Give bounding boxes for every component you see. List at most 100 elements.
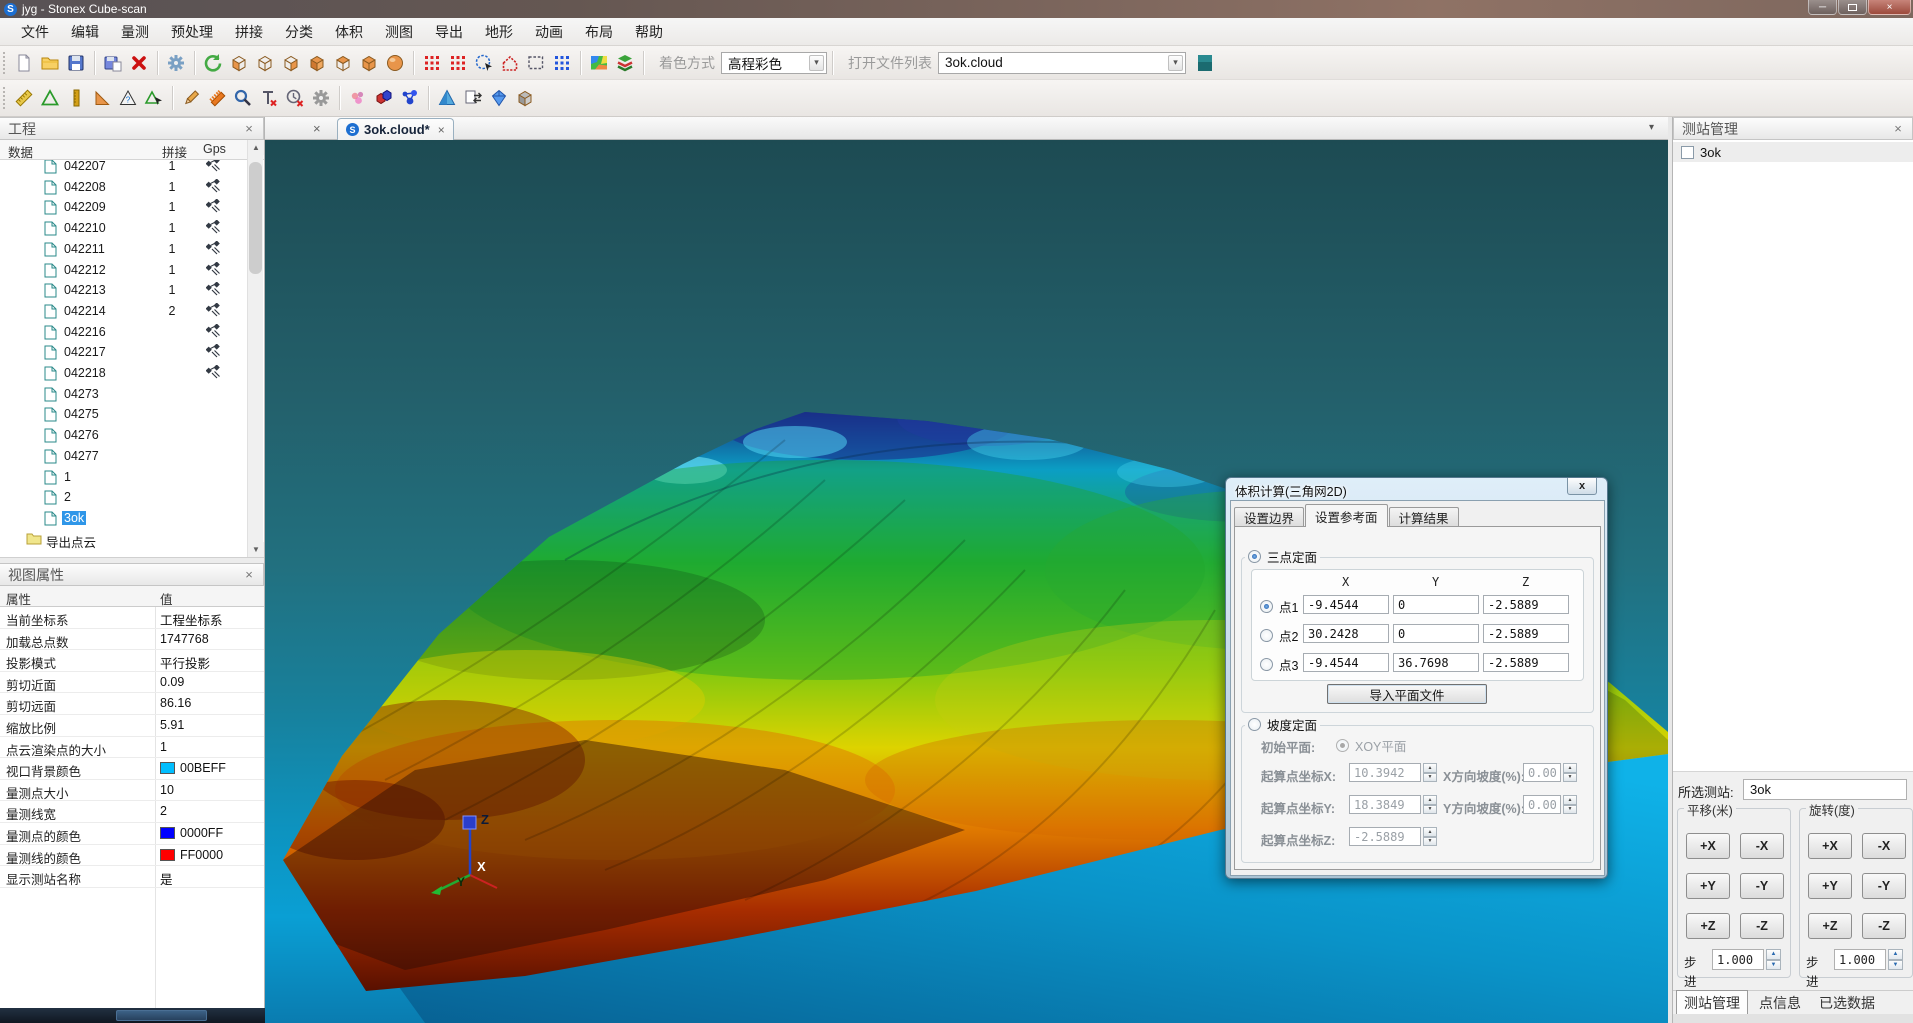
measure-dash-icon[interactable] xyxy=(11,85,37,111)
tab-calc-result[interactable]: 计算结果 xyxy=(1389,507,1459,527)
view-cube-back-icon[interactable] xyxy=(356,50,382,76)
tree-item-042208[interactable]: 0422081 xyxy=(0,178,248,198)
tree-item-04273[interactable]: 04273 xyxy=(0,385,248,405)
view-cube-left-icon[interactable] xyxy=(226,50,252,76)
rotate-step-spinner[interactable]: ▲▼ xyxy=(1888,949,1903,970)
menu-item-5[interactable]: 拼接 xyxy=(224,18,274,46)
slope-value-spinner[interactable]: ▲▼ xyxy=(1423,827,1437,846)
menu-item-11[interactable]: 动画 xyxy=(524,18,574,46)
view-cube-solid-icon[interactable] xyxy=(304,50,330,76)
translate-minusY-button[interactable]: -Y xyxy=(1740,873,1784,899)
prop-row-3[interactable]: 投影模式平行投影 xyxy=(0,650,264,672)
draw-pencil-icon[interactable] xyxy=(178,85,204,111)
rotate-minusX-button[interactable]: -X xyxy=(1862,833,1906,859)
view-sphere-icon[interactable] xyxy=(382,50,408,76)
prop-row-5[interactable]: 剪切远面86.16 xyxy=(0,693,264,715)
home-select-icon[interactable] xyxy=(497,50,523,76)
toolbar-drag-handle[interactable] xyxy=(3,52,8,74)
bottom-tab-1[interactable]: 测站管理 xyxy=(1676,990,1748,1016)
point1-x-input[interactable]: -9.4544 xyxy=(1303,595,1389,614)
prop-row-8[interactable]: 视口背景颜色00BEFF xyxy=(0,758,264,780)
slope-value-input[interactable]: -2.5889 xyxy=(1349,827,1421,846)
measure-angle-icon[interactable] xyxy=(89,85,115,111)
tab-set-reference-plane[interactable]: 设置参考面 xyxy=(1305,504,1388,527)
point2-z-input[interactable]: -2.5889 xyxy=(1483,624,1569,643)
translate-step-spinner[interactable]: ▲▼ xyxy=(1766,949,1781,970)
gps-satellite-icon[interactable] xyxy=(206,282,221,299)
menu-item-9[interactable]: 导出 xyxy=(424,18,474,46)
delete-icon[interactable] xyxy=(126,50,152,76)
slope-radio[interactable]: 坡度定面 xyxy=(1245,715,1320,734)
chevron-down-icon[interactable]: ▾ xyxy=(1168,55,1183,71)
close-icon[interactable]: × xyxy=(313,121,321,136)
tree-scrollbar[interactable]: ▲ ▼ xyxy=(247,140,263,557)
translate-plusZ-button[interactable]: +Z xyxy=(1686,913,1730,939)
bottom-tab-3[interactable]: 已选数据 xyxy=(1812,991,1882,1015)
slope-value-input[interactable]: 10.3942 xyxy=(1349,763,1421,782)
file-list-combobox[interactable]: 3ok.cloud ▾ xyxy=(938,52,1186,74)
bottom-tab-2[interactable]: 点信息 xyxy=(1752,991,1808,1015)
import-plane-file-button[interactable]: 导入平面文件 xyxy=(1327,684,1487,704)
open-project-icon[interactable] xyxy=(37,50,63,76)
point3-x-input[interactable]: -9.4544 xyxy=(1303,653,1389,672)
chevron-down-icon[interactable]: ▾ xyxy=(1649,122,1654,133)
prop-row-6[interactable]: 缩放比例5.91 xyxy=(0,715,264,737)
classify-map-icon[interactable] xyxy=(586,50,612,76)
menu-item-13[interactable]: 帮助 xyxy=(624,18,674,46)
close-button[interactable]: × xyxy=(1868,0,1911,15)
tree-item-3ok[interactable]: 3ok xyxy=(0,509,248,529)
tree-item-042214[interactable]: 0422142 xyxy=(0,302,248,322)
slope-grade-input[interactable]: 0.00 xyxy=(1523,795,1561,814)
rotate-plusX-button[interactable]: +X xyxy=(1808,833,1852,859)
view-cube-top-icon[interactable] xyxy=(330,50,356,76)
menu-item-12[interactable]: 布局 xyxy=(574,18,624,46)
point-grid-red-icon[interactable] xyxy=(419,50,445,76)
point2-radio[interactable]: 点2 xyxy=(1257,626,1301,645)
three-point-radio[interactable]: 三点定面 xyxy=(1245,547,1320,566)
clear-circle-icon[interactable] xyxy=(282,85,308,111)
tree-item-导出点云[interactable]: 导出点云 xyxy=(0,530,248,550)
prop-row-4[interactable]: 剪切近面0.09 xyxy=(0,672,264,694)
menu-item-10[interactable]: 地形 xyxy=(474,18,524,46)
save-icon[interactable] xyxy=(63,50,89,76)
prop-row-1[interactable]: 当前坐标系工程坐标系 xyxy=(0,607,264,629)
delete-measure-icon[interactable] xyxy=(256,85,282,111)
station-checkbox[interactable] xyxy=(1681,146,1694,159)
prop-row-13[interactable]: 显示测站名称是 xyxy=(0,866,264,888)
tree-item-04277[interactable]: 04277 xyxy=(0,447,248,467)
rotate-minusY-button[interactable]: -Y xyxy=(1862,873,1906,899)
toolbar-drag-handle[interactable] xyxy=(3,87,8,109)
slope-value-spinner[interactable]: ▲▼ xyxy=(1423,795,1437,814)
tree-item-042217[interactable]: 042217 xyxy=(0,343,248,363)
scroll-up-icon[interactable]: ▲ xyxy=(248,140,264,155)
tree-item-2[interactable]: 2 xyxy=(0,488,248,508)
import-data-icon[interactable] xyxy=(100,50,126,76)
gps-satellite-icon[interactable] xyxy=(206,324,221,341)
tree-item-042216[interactable]: 042216 xyxy=(0,323,248,343)
translate-minusX-button[interactable]: -X xyxy=(1740,833,1784,859)
tree-item-1[interactable]: 1 xyxy=(0,468,248,488)
point3-y-input[interactable]: 36.7698 xyxy=(1393,653,1479,672)
tree-item-042213[interactable]: 0422131 xyxy=(0,281,248,301)
gps-satellite-icon[interactable] xyxy=(206,160,221,175)
marquee-select-icon[interactable] xyxy=(523,50,549,76)
point2-y-input[interactable]: 0 xyxy=(1393,624,1479,643)
tree-item-042209[interactable]: 0422091 xyxy=(0,198,248,218)
grid-select-blue-icon[interactable] xyxy=(549,50,575,76)
menu-item-4[interactable]: 预处理 xyxy=(160,18,224,46)
xoy-plane-radio[interactable]: XOY平面 xyxy=(1333,736,1409,755)
close-icon[interactable]: × xyxy=(241,567,257,582)
minimize-button[interactable]: ─ xyxy=(1808,0,1837,15)
slope-grade-spinner[interactable]: ▲▼ xyxy=(1563,795,1577,814)
translate-minusZ-button[interactable]: -Z xyxy=(1740,913,1784,939)
color-swatch[interactable] xyxy=(160,762,175,774)
tree-item-04276[interactable]: 04276 xyxy=(0,426,248,446)
gem-cube-icon[interactable] xyxy=(486,85,512,111)
close-icon[interactable]: × xyxy=(1890,121,1906,136)
slope-value-spinner[interactable]: ▲▼ xyxy=(1423,763,1437,782)
rotate-minusZ-button[interactable]: -Z xyxy=(1862,913,1906,939)
clip-magnifier-icon[interactable] xyxy=(230,85,256,111)
grey-cube-icon[interactable] xyxy=(512,85,538,111)
gps-satellite-icon[interactable] xyxy=(206,303,221,320)
scrollbar-thumb[interactable] xyxy=(249,162,262,274)
